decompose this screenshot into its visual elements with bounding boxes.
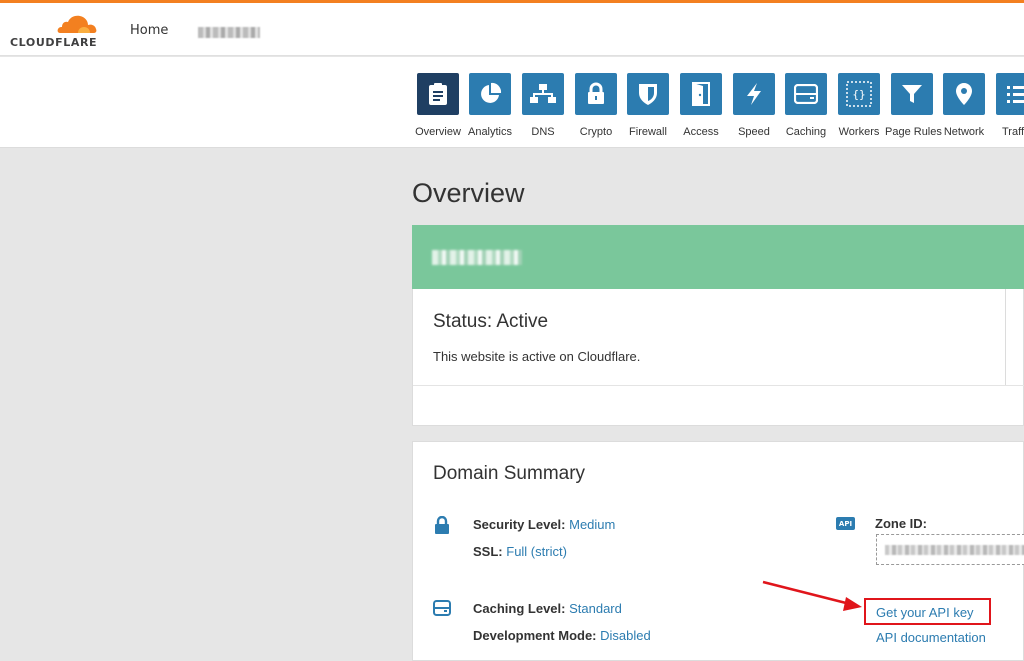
lightning-icon [747, 83, 761, 105]
development-mode-link[interactable]: Disabled [600, 628, 651, 643]
caching-level-label: Caching Level: [473, 601, 566, 616]
logo-wordmark: CLOUDFLARE [10, 36, 98, 49]
tab-analytics[interactable]: Analytics [463, 73, 517, 138]
caching-level-row: Caching Level: Standard [473, 601, 622, 616]
security-level-label: Security Level: [473, 517, 566, 532]
ssl-link[interactable]: Full (strict) [506, 544, 567, 559]
tab-overview-label: Overview [415, 126, 461, 138]
analytics-tile [469, 73, 511, 115]
location-pin-icon [956, 83, 972, 105]
tab-traffic[interactable]: Traff [990, 73, 1024, 138]
top-bar: CLOUDFLARE Home [0, 0, 1024, 56]
tab-caching-label: Caching [785, 126, 827, 138]
braces-icon: {} [846, 81, 872, 107]
tab-crypto[interactable]: Crypto [569, 73, 623, 138]
list-icon [1007, 86, 1024, 103]
status-footer-divider [413, 385, 1024, 386]
development-mode-row: Development Mode: Disabled [473, 628, 651, 643]
development-mode-label: Development Mode: [473, 628, 597, 643]
tab-access-label: Access [683, 126, 719, 138]
tab-dns[interactable]: DNS [516, 73, 570, 138]
security-level-link[interactable]: Medium [569, 517, 615, 532]
tab-analytics-label: Analytics [467, 126, 513, 138]
tab-caching[interactable]: Caching [779, 73, 833, 138]
nav-home-link[interactable]: Home [130, 23, 168, 38]
dns-tile [522, 73, 564, 115]
filter-icon [902, 85, 922, 103]
page-rules-tile [891, 73, 933, 115]
network-tile [943, 73, 985, 115]
security-level-row: Security Level: Medium [473, 517, 615, 532]
overview-tile [417, 73, 459, 115]
lock-icon [588, 82, 604, 104]
server-icon [794, 84, 818, 104]
tab-firewall[interactable]: Firewall [621, 73, 675, 138]
app-icon-bar: Overview Analytics DNS Crypto Firewall A… [0, 57, 1024, 148]
cloud-logo-icon [57, 15, 97, 33]
tab-workers-label: Workers [838, 126, 880, 138]
tab-firewall-label: Firewall [629, 126, 667, 138]
workers-tile: {} [838, 73, 880, 115]
zone-id-field[interactable] [876, 534, 1024, 565]
security-lock-icon [435, 516, 449, 534]
crypto-tile [575, 73, 617, 115]
cloudflare-logo[interactable]: CLOUDFLARE [10, 13, 102, 53]
zone-id-redacted [885, 545, 1024, 555]
tab-speed[interactable]: Speed [727, 73, 781, 138]
tab-access[interactable]: Access [674, 73, 728, 138]
tab-speed-label: Speed [738, 126, 770, 138]
access-tile [680, 73, 722, 115]
caching-level-link[interactable]: Standard [569, 601, 622, 616]
domain-summary-card: Domain Summary Security Level: Medium SS… [412, 441, 1024, 661]
pie-chart-icon [481, 82, 502, 103]
tab-network-label: Network [943, 126, 985, 138]
network-tree-icon [530, 84, 556, 103]
status-title: Status: Active [433, 311, 549, 332]
firewall-tile [627, 73, 669, 115]
clipboard-icon [429, 83, 447, 105]
account-name-redacted[interactable] [198, 27, 260, 38]
ssl-row: SSL: Full (strict) [473, 544, 567, 559]
tab-traffic-label: Traff [1002, 126, 1024, 138]
tab-dns-label: DNS [531, 126, 555, 138]
domain-summary-title: Domain Summary [433, 463, 586, 484]
api-documentation-link[interactable]: API documentation [876, 630, 986, 645]
speed-tile [733, 73, 775, 115]
api-badge-icon: API [836, 517, 855, 530]
tab-workers[interactable]: {} Workers [832, 73, 886, 138]
domain-name-redacted [432, 250, 522, 265]
zone-id-label: Zone ID: [875, 516, 927, 531]
get-api-key-link[interactable]: Get your API key [864, 598, 991, 625]
ssl-label: SSL: [473, 544, 503, 559]
status-description: This website is active on Cloudflare. [433, 349, 641, 364]
page-title: Overview [412, 178, 525, 208]
shield-icon [639, 84, 657, 105]
caching-server-icon [433, 600, 451, 616]
status-card: Status: Active This website is active on… [412, 289, 1024, 426]
tab-crypto-label: Crypto [579, 126, 613, 138]
svg-text:{}: {} [852, 88, 865, 101]
caching-tile [785, 73, 827, 115]
traffic-tile [996, 73, 1024, 115]
tab-overview[interactable]: Overview [411, 73, 465, 138]
tab-page-rules-label: Page Rules [885, 126, 942, 138]
door-icon [692, 82, 710, 106]
tab-network[interactable]: Network [937, 73, 991, 138]
status-divider [1005, 289, 1006, 385]
tab-page-rules[interactable]: Page Rules [885, 73, 942, 138]
